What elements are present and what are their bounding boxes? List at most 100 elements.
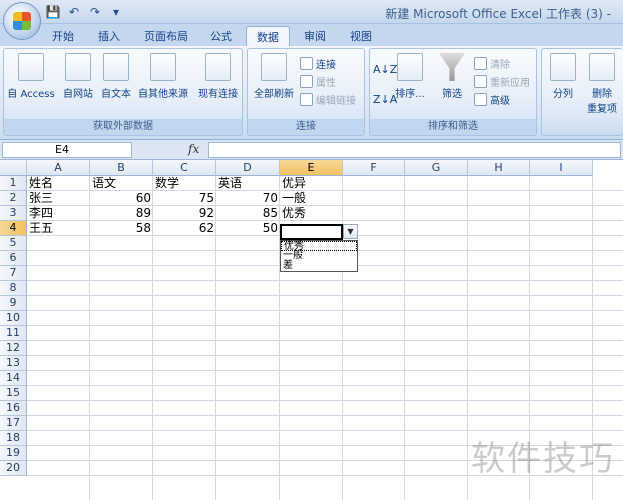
data-cell[interactable]: 李四 bbox=[27, 206, 90, 221]
column-gridline bbox=[467, 176, 468, 500]
column-header-G[interactable]: G bbox=[405, 160, 468, 176]
row-header-14[interactable]: 14 bbox=[0, 371, 27, 386]
clear-button[interactable]: 清除 bbox=[474, 55, 510, 71]
column-header-A[interactable]: A bbox=[27, 160, 90, 176]
tab-view[interactable]: 视图 bbox=[340, 26, 382, 46]
group-label-sort-filter: 排序和筛选 bbox=[370, 119, 536, 135]
tab-formulas[interactable]: 公式 bbox=[200, 26, 242, 46]
advanced-button[interactable]: 高级 bbox=[474, 91, 510, 107]
header-cell[interactable]: 语文 bbox=[90, 176, 153, 191]
filter-button[interactable]: 筛选 bbox=[436, 53, 468, 100]
name-box[interactable]: E4 bbox=[2, 142, 132, 158]
header-cell[interactable]: 优异 bbox=[280, 176, 343, 191]
row-header-10[interactable]: 10 bbox=[0, 311, 27, 326]
data-cell[interactable]: 70 bbox=[216, 191, 280, 206]
row-gridline bbox=[27, 370, 623, 371]
connections-button[interactable]: 连接 bbox=[300, 55, 336, 71]
from-web-button[interactable]: 自网站 bbox=[58, 53, 98, 100]
row-header-6[interactable]: 6 bbox=[0, 251, 27, 266]
advanced-icon bbox=[474, 92, 487, 106]
column-header-E[interactable]: E bbox=[280, 160, 343, 176]
column-header-H[interactable]: H bbox=[468, 160, 530, 176]
header-cell[interactable]: 姓名 bbox=[27, 176, 90, 191]
row-header-15[interactable]: 15 bbox=[0, 386, 27, 401]
tab-home[interactable]: 开始 bbox=[42, 26, 84, 46]
reapply-button[interactable]: 重新应用 bbox=[474, 73, 530, 89]
row-header-2[interactable]: 2 bbox=[0, 191, 27, 206]
reapply-icon bbox=[474, 74, 487, 88]
data-cell[interactable]: 58 bbox=[90, 221, 153, 236]
row-header-20[interactable]: 20 bbox=[0, 461, 27, 476]
tab-data[interactable]: 数据 bbox=[246, 26, 290, 46]
row-header-16[interactable]: 16 bbox=[0, 401, 27, 416]
column-header-I[interactable]: I bbox=[530, 160, 593, 176]
group-sort-filter: A↓Z Z↓A 排序... 筛选 清除 重新应用 高级 排序和筛选 bbox=[369, 48, 537, 136]
data-cell[interactable]: 50 bbox=[216, 221, 280, 236]
row-header-1[interactable]: 1 bbox=[0, 176, 27, 191]
formula-input[interactable] bbox=[208, 142, 621, 158]
office-button[interactable] bbox=[3, 2, 41, 40]
row-header-18[interactable]: 18 bbox=[0, 431, 27, 446]
refresh-icon bbox=[261, 53, 287, 81]
active-cell-E4[interactable] bbox=[280, 224, 343, 240]
existing-connections-button[interactable]: 现有连接 bbox=[194, 53, 242, 100]
row-gridline bbox=[27, 400, 623, 401]
properties-button[interactable]: 属性 bbox=[300, 73, 336, 89]
data-cell[interactable]: 75 bbox=[153, 191, 216, 206]
row-header-17[interactable]: 17 bbox=[0, 416, 27, 431]
from-text-button[interactable]: 自文本 bbox=[96, 53, 136, 100]
dropdown-option[interactable]: 差 bbox=[281, 261, 357, 271]
row-header-11[interactable]: 11 bbox=[0, 326, 27, 341]
row-header-3[interactable]: 3 bbox=[0, 206, 27, 221]
clear-icon bbox=[474, 56, 487, 70]
row-header-8[interactable]: 8 bbox=[0, 281, 27, 296]
redo-icon[interactable]: ↷ bbox=[86, 3, 104, 21]
column-header-F[interactable]: F bbox=[343, 160, 405, 176]
header-cell[interactable]: 数学 bbox=[153, 176, 216, 191]
column-header-B[interactable]: B bbox=[90, 160, 153, 176]
quick-access-toolbar: 💾 ↶ ↷ ▾ bbox=[44, 3, 125, 21]
tab-page-layout[interactable]: 页面布局 bbox=[134, 26, 198, 46]
row-header-19[interactable]: 19 bbox=[0, 446, 27, 461]
watermark: 软件技巧 bbox=[471, 439, 615, 479]
data-cell[interactable]: 89 bbox=[90, 206, 153, 221]
refresh-all-button[interactable]: 全部刷新 bbox=[252, 53, 296, 100]
sort-button[interactable]: 排序... bbox=[394, 53, 426, 100]
data-cell[interactable]: 张三 bbox=[27, 191, 90, 206]
column-header-C[interactable]: C bbox=[153, 160, 216, 176]
row-header-13[interactable]: 13 bbox=[0, 356, 27, 371]
undo-icon[interactable]: ↶ bbox=[65, 3, 83, 21]
column-header-D[interactable]: D bbox=[216, 160, 280, 176]
web-icon bbox=[65, 53, 91, 81]
dropdown-arrow-icon[interactable]: ▼ bbox=[343, 224, 358, 239]
customize-qat-icon[interactable]: ▾ bbox=[107, 3, 125, 21]
function-icon[interactable]: fx bbox=[188, 142, 199, 156]
save-icon[interactable]: 💾 bbox=[44, 3, 62, 21]
row-header-7[interactable]: 7 bbox=[0, 266, 27, 281]
row-header-4[interactable]: 4 bbox=[0, 221, 27, 236]
from-other-sources-button[interactable]: 自其他来源 bbox=[134, 53, 192, 100]
text-to-columns-button[interactable]: 分列 bbox=[546, 53, 580, 100]
header-cell[interactable]: 英语 bbox=[216, 176, 280, 191]
remove-duplicates-button[interactable]: 删除 重复项 bbox=[582, 53, 622, 115]
data-cell[interactable]: 92 bbox=[153, 206, 216, 221]
tab-insert[interactable]: 插入 bbox=[88, 26, 130, 46]
edit-links-icon bbox=[300, 92, 313, 106]
from-access-button[interactable]: 自 Access bbox=[6, 53, 56, 100]
data-cell[interactable]: 62 bbox=[153, 221, 216, 236]
data-cell[interactable]: 85 bbox=[216, 206, 280, 221]
data-cell[interactable]: 一般 bbox=[280, 191, 343, 206]
properties-icon bbox=[300, 74, 313, 88]
group-label-external-data: 获取外部数据 bbox=[4, 119, 242, 135]
row-header-12[interactable]: 12 bbox=[0, 341, 27, 356]
data-cell[interactable]: 优秀 bbox=[280, 206, 343, 221]
data-cell[interactable]: 60 bbox=[90, 191, 153, 206]
title-bar: 💾 ↶ ↷ ▾ 新建 Microsoft Office Excel 工作表 (3… bbox=[0, 0, 623, 24]
edit-links-button[interactable]: 编辑链接 bbox=[300, 91, 356, 107]
data-cell[interactable]: 王五 bbox=[27, 221, 90, 236]
tab-review[interactable]: 审阅 bbox=[294, 26, 336, 46]
row-header-9[interactable]: 9 bbox=[0, 296, 27, 311]
row-gridline bbox=[27, 415, 623, 416]
select-all-corner[interactable] bbox=[0, 160, 27, 176]
row-header-5[interactable]: 5 bbox=[0, 236, 27, 251]
